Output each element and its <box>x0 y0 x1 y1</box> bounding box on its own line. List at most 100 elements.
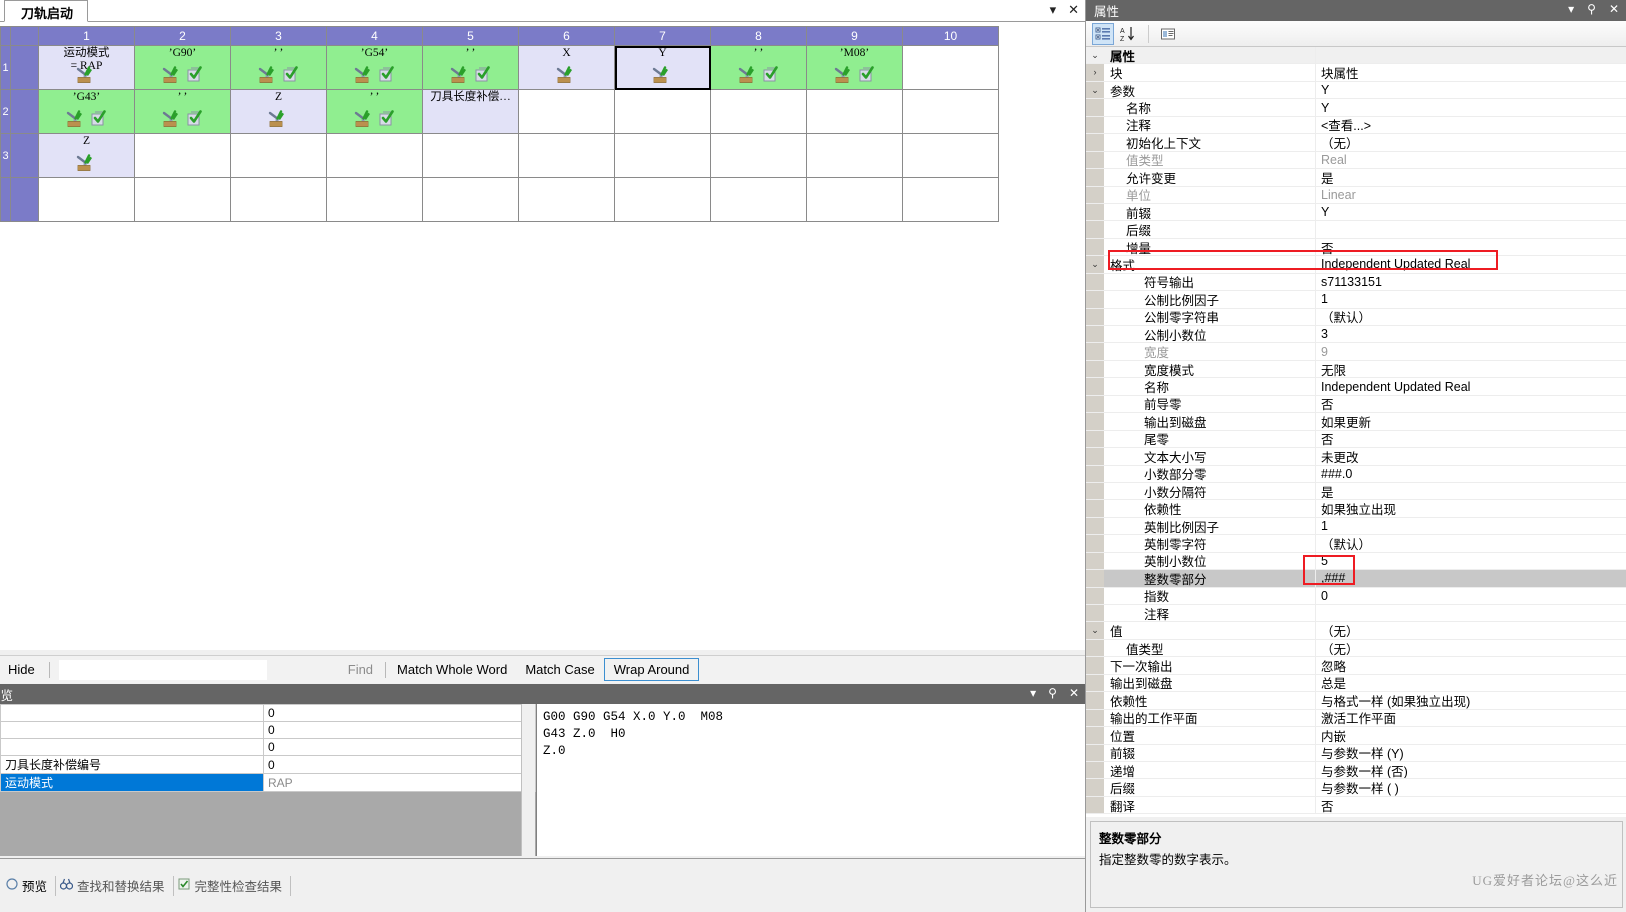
property-row[interactable]: ⌄ 属性 <box>1086 47 1626 65</box>
property-row-expander[interactable]: › <box>1086 64 1104 81</box>
preview-row[interactable]: 刀具长度补偿编号 0 <box>0 755 536 774</box>
grid-cell-r4c3[interactable] <box>230 177 327 222</box>
grid-cell-r4c9[interactable] <box>806 177 903 222</box>
grid-cell-r2c5[interactable]: 刀具长度补偿… <box>422 89 519 134</box>
property-value[interactable]: 总是 <box>1316 675 1626 691</box>
grid-cell-r4c5[interactable] <box>422 177 519 222</box>
property-row[interactable]: › 块块属性 <box>1086 64 1626 82</box>
property-row-expander[interactable] <box>1086 151 1104 169</box>
grid-row-header-4[interactable] <box>0 177 11 222</box>
property-row-expander[interactable] <box>1086 500 1104 517</box>
hide-findbar-button[interactable]: Hide <box>0 658 47 682</box>
grid-row-gutter[interactable] <box>10 89 39 134</box>
property-row[interactable]: 小数部分零 ###.0 <box>1086 465 1626 483</box>
property-row[interactable]: 公制比例因子 1 <box>1086 291 1626 309</box>
grid-cell-r2c6[interactable] <box>518 89 615 134</box>
categorized-view-button[interactable] <box>1092 22 1114 45</box>
property-row[interactable]: 依赖性 与格式一样 (如果独立出现) <box>1086 692 1626 710</box>
property-row-expander[interactable] <box>1086 761 1104 779</box>
grid-cell-r1c4[interactable]: ’G54’ <box>326 45 423 90</box>
preview-row[interactable]: 0 <box>0 721 536 739</box>
property-value[interactable]: 9 <box>1316 343 1626 359</box>
property-row-expander[interactable] <box>1086 639 1104 657</box>
property-value[interactable]: 如果更新 <box>1316 413 1626 430</box>
property-row-expander[interactable] <box>1086 413 1104 430</box>
property-value[interactable]: Y <box>1316 204 1626 220</box>
property-value[interactable]: 忽略 <box>1316 657 1626 674</box>
grid-cell-r3c5[interactable] <box>422 133 519 178</box>
grid-row-gutter[interactable] <box>10 133 39 178</box>
gcode-preview[interactable]: G00 G90 G54 X.0 Y.0 M08 G43 Z.0 H0 Z.0 <box>536 704 1085 856</box>
chevron-down-icon[interactable]: ⌄ <box>1091 626 1099 635</box>
property-value[interactable]: ,### <box>1316 570 1626 586</box>
grid-cell-r2c3[interactable]: Z <box>230 89 327 134</box>
chevron-down-icon[interactable]: ▾ <box>1050 3 1057 17</box>
match-whole-word-button[interactable]: Match Whole Word <box>388 659 516 680</box>
property-row-expander[interactable] <box>1086 99 1104 116</box>
property-value[interactable]: 否 <box>1316 797 1626 814</box>
preview-row-value[interactable]: 0 <box>263 755 536 774</box>
grid-cell-r1c2[interactable]: ’G90’ <box>134 45 231 90</box>
property-row[interactable]: 翻译否 <box>1086 796 1626 815</box>
grid-cell-r1c6[interactable]: X <box>518 45 615 90</box>
grid-cell-r3c7[interactable] <box>614 133 711 178</box>
property-row[interactable]: 公制零字符串 （默认） <box>1086 308 1626 326</box>
property-value[interactable]: 与格式一样 (如果独立出现) <box>1316 692 1626 709</box>
grid-column-header-1[interactable]: 1 <box>38 26 135 46</box>
wrap-around-button[interactable]: Wrap Around <box>603 658 700 681</box>
grid-column-header-9[interactable]: 9 <box>806 26 903 46</box>
property-row[interactable]: 前辍 与参数一样 (Y) <box>1086 744 1626 762</box>
property-row-expander[interactable]: ⌄ <box>1086 81 1104 99</box>
grid-column-header-8[interactable]: 8 <box>710 26 807 46</box>
grid-cell-r2c9[interactable] <box>806 89 903 134</box>
grid-cell-r3c8[interactable] <box>710 133 807 178</box>
property-value[interactable]: 未更改 <box>1316 448 1626 465</box>
preview-row-value[interactable]: RAP <box>263 773 536 792</box>
property-value[interactable]: 与参数一样 ( ) <box>1316 779 1626 796</box>
grid-cell-r2c8[interactable] <box>710 89 807 134</box>
grid-cell-r3c3[interactable] <box>230 133 327 178</box>
property-row-expander[interactable] <box>1086 465 1104 482</box>
property-value[interactable]: 3 <box>1316 326 1626 342</box>
property-row-expander[interactable] <box>1086 779 1104 796</box>
property-row[interactable]: 位置 内嵌 <box>1086 727 1626 745</box>
property-row[interactable]: 符号输出 s71133151 <box>1086 273 1626 292</box>
property-row-expander[interactable] <box>1086 186 1104 203</box>
property-row[interactable]: 增量否 <box>1086 238 1626 257</box>
property-value[interactable]: Independent Updated Real <box>1316 378 1626 394</box>
property-row-expander[interactable] <box>1086 116 1104 134</box>
bottom-tab-find-replace-results[interactable]: 查找和替换结果 <box>56 875 174 896</box>
property-value[interactable]: 否 <box>1316 239 1626 256</box>
property-row[interactable]: 前导零否 <box>1086 395 1626 414</box>
property-row[interactable]: 输出到磁盘 总是 <box>1086 674 1626 693</box>
pin-icon[interactable]: ⚲ <box>1048 686 1057 700</box>
property-row[interactable]: 整数零部分 ,### <box>1086 570 1626 588</box>
property-row-expander[interactable]: ⌄ <box>1086 622 1104 639</box>
property-row-expander[interactable] <box>1086 291 1104 308</box>
property-row-expander[interactable] <box>1086 273 1104 291</box>
grid-row-header-3[interactable]: 3 <box>0 133 11 178</box>
property-row[interactable]: 名称 Independent Updated Real <box>1086 378 1626 396</box>
property-row-expander[interactable] <box>1086 448 1104 465</box>
property-value[interactable]: （无） <box>1316 622 1626 639</box>
property-row[interactable]: 后缀 与参数一样 ( ) <box>1086 779 1626 797</box>
grid-cell-r3c1[interactable]: Z <box>38 133 135 178</box>
property-row-expander[interactable]: ⌄ <box>1086 256 1104 273</box>
property-row-expander[interactable] <box>1086 221 1104 238</box>
property-row-expander[interactable] <box>1086 378 1104 395</box>
grid-cell-r2c7[interactable] <box>614 89 711 134</box>
grid-column-header-6[interactable]: 6 <box>518 26 615 46</box>
grid-column-header-2[interactable]: 2 <box>134 26 231 46</box>
property-row[interactable]: 值类型 Real <box>1086 151 1626 170</box>
property-value[interactable]: （无） <box>1316 134 1626 151</box>
property-value[interactable]: Real <box>1316 152 1626 168</box>
property-row-expander[interactable] <box>1086 692 1104 709</box>
preview-vertical-scrollbar[interactable] <box>521 704 535 856</box>
grid-row-gutter[interactable] <box>10 45 39 90</box>
property-row-expander[interactable] <box>1086 744 1104 761</box>
property-row-expander[interactable] <box>1086 517 1104 535</box>
property-row-expander[interactable] <box>1086 535 1104 552</box>
close-icon[interactable]: ✕ <box>1068 3 1079 17</box>
chevron-down-icon[interactable]: ▾ <box>1030 686 1036 700</box>
grid-column-header-3[interactable]: 3 <box>230 26 327 46</box>
